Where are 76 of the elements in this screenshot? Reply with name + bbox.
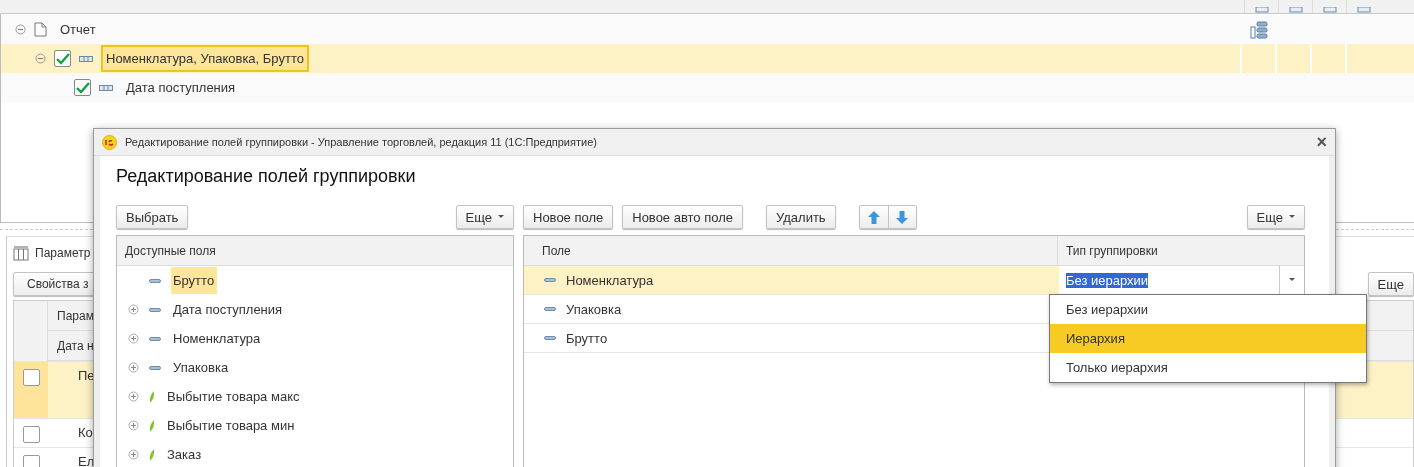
field-icon (544, 278, 556, 282)
move-up-button[interactable] (859, 206, 888, 228)
dropdown-caret-icon[interactable] (1289, 278, 1295, 282)
column-header: Поле (542, 243, 571, 258)
field-icon (149, 278, 161, 283)
table-cell: Пе (78, 368, 95, 383)
table-cell: Ел (78, 454, 95, 467)
field-icon (544, 307, 556, 311)
table-cell: Упаковка (566, 301, 622, 317)
collapse-icon[interactable] (15, 24, 26, 35)
more-button[interactable]: Еще (455, 205, 514, 229)
document-icon (34, 22, 47, 37)
toolbar-icon[interactable] (1254, 7, 1269, 13)
checkbox[interactable] (54, 50, 71, 67)
panel-title: Параметр (35, 246, 91, 260)
grouping-icon (99, 84, 113, 91)
window-title: Редактирование полей группировки - Управление торговлей, редакция 11 (1С:Предприятие) (125, 136, 598, 148)
arrow-down-icon (896, 210, 909, 224)
checkbox[interactable] (22, 426, 40, 443)
list-icon[interactable] (1249, 20, 1268, 39)
column-header: Доступные поля (125, 243, 216, 258)
field-icon (544, 336, 556, 340)
dropdown-option[interactable]: Без иерархии (1050, 295, 1366, 324)
arrow-up-icon (867, 210, 880, 224)
list-item[interactable]: Номенклатура (171, 325, 264, 352)
toolbar-icon[interactable] (1322, 7, 1337, 13)
list-item[interactable]: Заказ (165, 441, 205, 467)
expand-icon[interactable] (128, 449, 139, 460)
list-item[interactable]: Выбытие товара макс (165, 383, 303, 410)
app-logo-icon (102, 134, 117, 150)
expand-icon[interactable] (128, 362, 139, 373)
leaf-icon (149, 390, 155, 403)
expand-icon[interactable] (128, 420, 139, 431)
caret-icon (1289, 215, 1295, 219)
select-button[interactable]: Выбрать (116, 205, 189, 229)
table-cell: Номенклатура (566, 272, 654, 288)
column-header: Тип группировки (1066, 243, 1158, 258)
expand-icon[interactable] (128, 304, 139, 315)
checkbox[interactable] (74, 79, 91, 96)
list-item[interactable]: Выбытие товара мин (165, 412, 298, 439)
toolbar-button[interactable]: Удалить (766, 205, 836, 229)
dropdown-option[interactable]: Иерархия (1050, 324, 1366, 353)
collapse-icon[interactable] (35, 53, 46, 64)
table-cell: Брутто (566, 330, 608, 346)
dialog-heading: Редактирование полей группировки (116, 165, 417, 188)
checkbox[interactable] (22, 455, 40, 467)
grouping-icon (79, 55, 93, 62)
column-header: Дата н (57, 338, 94, 353)
leaf-icon (149, 419, 155, 432)
list-item[interactable]: Брутто (171, 267, 218, 294)
close-button[interactable]: × (1316, 133, 1327, 151)
toolbar-button[interactable]: Новое поле (523, 205, 614, 229)
list-item[interactable]: Дата поступления (171, 296, 286, 323)
more-button[interactable]: Еще (1367, 272, 1414, 296)
checkbox[interactable] (22, 369, 40, 386)
list-item[interactable]: Упаковка (171, 354, 232, 381)
column-header: Парам (57, 308, 94, 323)
move-down-button[interactable] (887, 206, 916, 228)
leaf-icon (149, 448, 155, 461)
tree-item[interactable]: Дата поступления (121, 74, 241, 101)
toolbar-button[interactable]: Новое авто поле (622, 205, 743, 229)
dropdown-option[interactable]: Только иерархия (1050, 353, 1366, 382)
table-icon (13, 245, 29, 261)
tree-item[interactable]: Отчет (55, 16, 101, 43)
properties-button[interactable]: Свойства з (13, 272, 96, 296)
tree-item[interactable]: Номенклатура, Упаковка, Брутто (101, 45, 309, 72)
toolbar-icon[interactable] (1288, 7, 1303, 13)
expand-icon[interactable] (128, 333, 139, 344)
field-icon (149, 307, 161, 312)
toolbar-icon[interactable] (1356, 7, 1371, 13)
field-icon (149, 336, 161, 341)
caret-icon (498, 215, 504, 219)
expand-icon[interactable] (128, 391, 139, 402)
field-icon (149, 365, 161, 370)
table-cell: Ко (78, 425, 93, 440)
more-button[interactable]: Еще (1246, 205, 1305, 229)
